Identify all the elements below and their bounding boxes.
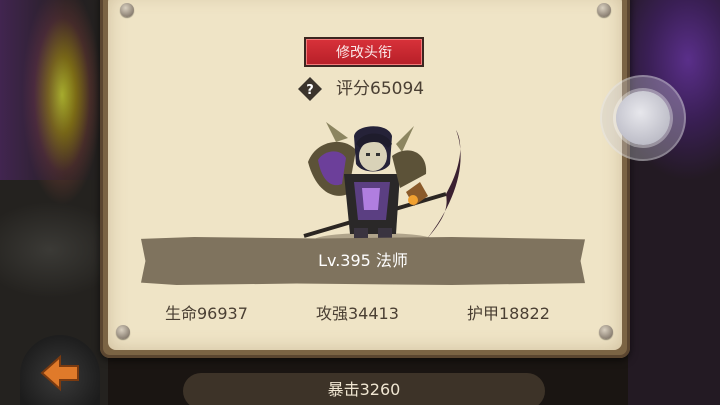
game-screen: 修改头衔 ? 评分65094 Lv.395 法师 生命96937 攻强34413…	[0, 0, 720, 405]
rivet-icon	[116, 325, 130, 339]
svg-text:?: ?	[306, 83, 314, 98]
level-class-label: Lv.395 法师	[318, 251, 408, 270]
back-button[interactable]	[20, 335, 100, 405]
rivet-icon	[599, 325, 613, 339]
back-arrow-icon	[40, 354, 79, 392]
rivet-icon	[120, 3, 134, 17]
score-value: 评分65094	[336, 79, 425, 99]
hp-stat: 生命96937	[165, 304, 248, 323]
crit-stat: 暴击3260	[327, 380, 401, 399]
hero-sprite	[303, 122, 461, 247]
question-icon[interactable]: ?	[297, 76, 323, 102]
background-right-scene	[628, 0, 720, 405]
joystick-icon	[616, 91, 670, 145]
armor-stat: 护甲18822	[467, 304, 550, 323]
attack-stat: 攻强34413	[316, 304, 399, 323]
rivet-icon	[597, 3, 611, 17]
rename-title-button[interactable]: 修改头衔	[304, 37, 424, 67]
joystick[interactable]	[600, 75, 686, 161]
